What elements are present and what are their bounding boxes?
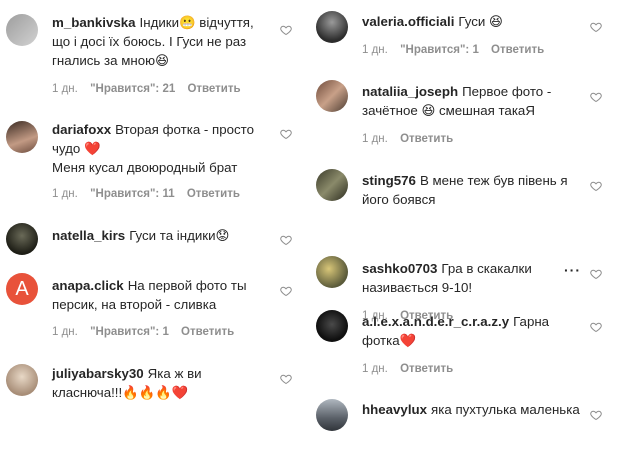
comment-username[interactable]: valeria.officiali (362, 14, 454, 29)
reply-button[interactable]: Ответить (181, 326, 234, 338)
comment-username[interactable]: nataliia_joseph (362, 84, 458, 99)
heart-outline-icon[interactable] (590, 91, 602, 103)
avatar-letter: A (15, 278, 29, 300)
comment-body-line2: Меня кусал двоюродный брат (52, 160, 238, 175)
avatar[interactable] (6, 364, 38, 396)
reply-button[interactable]: Ответить (187, 83, 240, 95)
comment-text: anapa.click На первой фото ты персик, на … (52, 276, 274, 314)
comment-body: яка пухтулька маленька (431, 402, 580, 417)
avatar[interactable] (6, 14, 38, 46)
heart-outline-icon[interactable] (590, 321, 602, 333)
avatar[interactable] (316, 169, 348, 201)
comment-username[interactable]: m_bankivska (52, 15, 136, 30)
heart-outline-icon[interactable] (590, 180, 602, 192)
heart-outline-icon[interactable] (280, 128, 292, 140)
comment-text: sting576 В мене теж був півень я його боя… (362, 171, 584, 209)
reply-button[interactable]: Ответить (491, 44, 544, 56)
avatar[interactable] (6, 223, 38, 255)
comment-text: hheavylux яка пухтулька маленька (362, 400, 584, 419)
comment-time[interactable]: 1 дн. (52, 188, 78, 200)
comment-meta: 1 дн. "Нравится": 1 Ответить (52, 326, 243, 338)
comment-text: nataliia_joseph Первое фото - зачётное 😆 … (362, 82, 584, 120)
comment-time[interactable]: 1 дн. (362, 44, 388, 56)
comment-text: natella_kirs Гуси та індики😟 (52, 226, 274, 245)
reply-button[interactable]: Ответить (187, 188, 240, 200)
avatar[interactable] (316, 80, 348, 112)
comment-likes[interactable]: "Нравится": 1 (90, 326, 169, 338)
comment-time[interactable]: 1 дн. (52, 326, 78, 338)
comment-username[interactable]: dariafoxx (52, 122, 111, 137)
comment-time[interactable]: 1 дн. (52, 83, 78, 95)
comment-meta: 1 дн. "Нравится": 21 Ответить (52, 83, 250, 95)
comment-username[interactable]: sting576 (362, 173, 416, 188)
heart-outline-icon[interactable] (280, 234, 292, 246)
comment-username[interactable]: a.l.e.x.a.n.d.e.r_c.r.a.z.y (362, 314, 509, 329)
comment-body: Гуси та індики😟 (129, 228, 230, 243)
comment-username[interactable]: sashko0703 (362, 261, 437, 276)
heart-outline-icon[interactable] (280, 285, 292, 297)
avatar[interactable] (316, 256, 348, 288)
comment-text: juliyabarsky30 Яка ж ви класнюча!!!🔥🔥🔥❤️ (52, 364, 274, 402)
comment-text: m_bankivska Індики😬 відчуття, що і досі ї… (52, 13, 274, 70)
heart-outline-icon[interactable] (590, 409, 602, 421)
reply-button[interactable]: Ответить (400, 363, 453, 375)
comment-time[interactable]: 1 дн. (362, 133, 388, 145)
comment-likes[interactable]: "Нравится": 21 (90, 83, 175, 95)
comment-username[interactable]: hheavylux (362, 402, 427, 417)
comment-username[interactable]: anapa.click (52, 278, 124, 293)
avatar[interactable]: A (6, 273, 38, 305)
avatar[interactable] (6, 121, 38, 153)
avatar[interactable] (316, 399, 348, 431)
avatar[interactable] (316, 310, 348, 342)
comment-likes[interactable]: "Нравится": 11 (90, 188, 175, 200)
comment-meta: 1 дн. "Нравится": 1 Ответить (362, 44, 553, 56)
comment-username[interactable]: natella_kirs (52, 228, 125, 243)
comment-time[interactable]: 1 дн. (362, 363, 388, 375)
comment-meta: 1 дн. Ответить (362, 363, 462, 375)
avatar[interactable] (316, 11, 348, 43)
more-options-icon[interactable]: ··· (564, 262, 581, 278)
comment-likes[interactable]: "Нравится": 1 (400, 44, 479, 56)
comment-body: Гуси 😆 (458, 14, 503, 29)
comment-text: a.l.e.x.a.n.d.e.r_c.r.a.z.y Гарна фотка❤️ (362, 312, 584, 350)
comment-meta: 1 дн. "Нравится": 11 Ответить (52, 188, 249, 200)
comment-text: sashko0703 Гра в скакалки називається 9-1… (362, 259, 584, 297)
heart-outline-icon[interactable] (280, 373, 292, 385)
comment-meta: 1 дн. Ответить (362, 133, 462, 145)
reply-button[interactable]: Ответить (400, 133, 453, 145)
heart-outline-icon[interactable] (590, 268, 602, 280)
comment-text: dariafoxx Вторая фотка - просто чудо ❤️ М… (52, 120, 274, 177)
comment-text: valeria.officiali Гуси 😆 (362, 12, 584, 31)
heart-outline-icon[interactable] (280, 24, 292, 36)
comment-username[interactable]: juliyabarsky30 (52, 366, 144, 381)
heart-outline-icon[interactable] (590, 21, 602, 33)
